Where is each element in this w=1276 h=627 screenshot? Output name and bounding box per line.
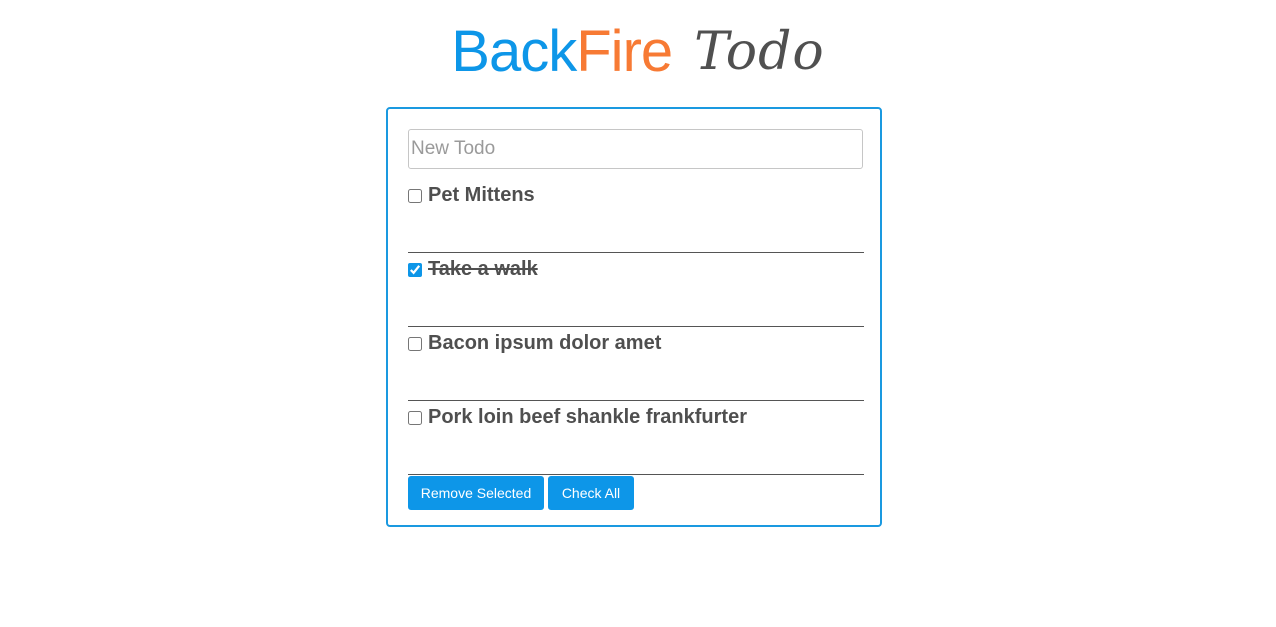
todo-label: Bacon ipsum dolor amet — [428, 332, 662, 354]
todo-item: Bacon ipsum dolor amet — [408, 327, 864, 401]
todo-checkbox[interactable] — [408, 189, 422, 203]
todo-item: Pet Mittens — [408, 179, 864, 253]
todo-label: Pet Mittens — [428, 184, 535, 206]
todo-label: Pork loin beef shankle frankfurter — [428, 406, 747, 428]
todo-checkbox[interactable] — [408, 411, 422, 425]
app-header: BackFire Todo — [0, 12, 1276, 92]
todo-label: Take a walk — [428, 258, 538, 280]
todo-checkbox[interactable] — [408, 337, 422, 351]
check-all-button[interactable]: Check All — [548, 476, 634, 510]
todo-item: Pork loin beef shankle frankfurter — [408, 401, 864, 475]
todo-checkbox[interactable] — [408, 263, 422, 277]
logo-fire: Fire — [576, 19, 673, 84]
logo-todo: Todo — [694, 22, 825, 82]
remove-selected-button[interactable]: Remove Selected — [408, 476, 544, 510]
todo-item: Take a walk — [408, 253, 864, 327]
new-todo-input[interactable] — [408, 129, 863, 169]
logo-back: Back — [451, 19, 577, 84]
todo-panel: Pet Mittens Take a walk Bacon ipsum dolo… — [386, 107, 882, 527]
